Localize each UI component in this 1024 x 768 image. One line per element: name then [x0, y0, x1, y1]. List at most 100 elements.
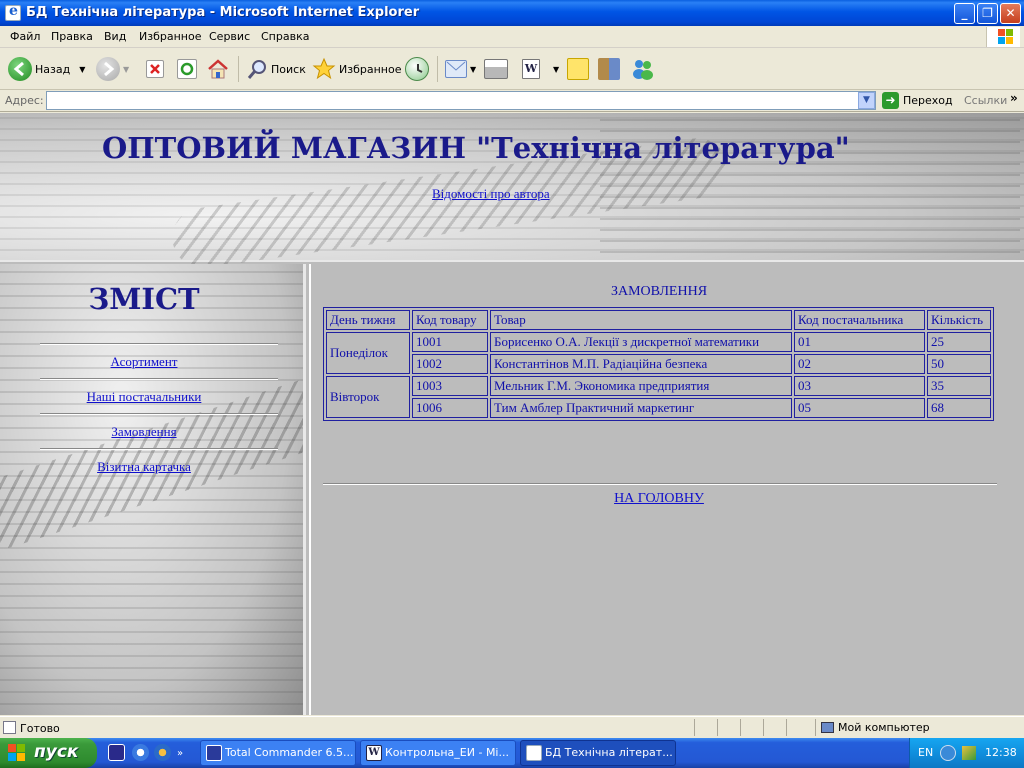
home-button[interactable] — [207, 54, 229, 84]
security-zone: Мой компьютер — [821, 721, 930, 734]
clock: 12:38 — [985, 746, 1017, 759]
windows-flag-icon — [8, 744, 26, 762]
contents-divider — [40, 448, 278, 450]
menu-file[interactable]: Файл — [10, 30, 40, 43]
table-row: Понеділок 1001 Борисенко О.А. Лекції з д… — [326, 332, 991, 374]
menu-help[interactable]: Справка — [261, 30, 309, 43]
menu-view[interactable]: Вид — [104, 30, 126, 43]
header-supplier: Код постачальника — [794, 310, 925, 330]
language-indicator[interactable]: EN — [918, 746, 933, 759]
printer-icon — [484, 59, 508, 79]
tray-chevron-icon[interactable] — [940, 745, 956, 761]
table-header-row: День тижня Код товару Товар Код постачал… — [326, 310, 991, 330]
computer-icon — [821, 722, 834, 733]
mail-dropdown-icon[interactable]: ▼ — [470, 65, 476, 74]
home-icon — [207, 58, 229, 80]
table-row: Вівторок 1003 Мельник Г.М. Экономика пре… — [326, 376, 991, 418]
nav-link-orders[interactable]: Замовлення — [0, 424, 288, 440]
ie-quicklaunch-icon[interactable] — [132, 744, 149, 761]
go-button[interactable]: ➜ Переход — [882, 92, 953, 109]
word-icon: W — [366, 745, 382, 761]
contents-divider — [40, 343, 278, 345]
quicklaunch-more-icon[interactable]: » — [177, 748, 183, 759]
print-button[interactable] — [484, 54, 508, 84]
back-label: Назад — [35, 62, 71, 76]
orders-table: День тижня Код товару Товар Код постачал… — [323, 307, 994, 421]
edit-dropdown-icon[interactable]: ▼ — [553, 65, 559, 74]
task-word-document[interactable]: W Контрольна_ЕИ - Mi... — [360, 740, 516, 766]
task-total-commander[interactable]: Total Commander 6.5... — [200, 740, 356, 766]
favorites-label: Избранное — [339, 62, 402, 76]
go-label: Переход — [903, 94, 953, 107]
nav-link-suppliers[interactable]: Наші постачальники — [0, 389, 288, 405]
forward-dropdown-icon[interactable]: ▼ — [123, 65, 129, 74]
page-content: ОПТОВИЙ МАГАЗИН "Технічна література" Ві… — [0, 113, 1024, 715]
contents-frame: ЗМІСТ Асортимент Наші постачальники Замо… — [0, 264, 306, 715]
main-divider — [323, 483, 997, 485]
back-arrow-icon — [8, 57, 32, 81]
home-link[interactable]: НА ГОЛОВНУ — [311, 491, 1007, 507]
quantity-cell: 68 — [927, 398, 991, 418]
window-title-bar[interactable]: БД Технічна література - Microsoft Inter… — [0, 0, 1024, 26]
links-chevron-icon[interactable]: » — [1010, 91, 1018, 105]
site-title: ОПТОВИЙ МАГАЗИН "Технічна література" — [102, 131, 850, 165]
stop-icon — [146, 60, 164, 78]
history-button[interactable] — [405, 54, 429, 84]
back-button[interactable]: Назад ▼ — [8, 54, 85, 84]
stop-button[interactable] — [146, 54, 164, 84]
zone-label: Мой компьютер — [838, 721, 930, 734]
favorites-button[interactable]: Избранное — [312, 54, 401, 84]
maximize-button[interactable]: ❐ — [977, 3, 998, 24]
refresh-button[interactable] — [177, 54, 197, 84]
forward-button[interactable]: ▼ — [96, 54, 129, 84]
save-icon[interactable] — [108, 744, 125, 761]
menu-tools[interactable]: Сервис — [209, 30, 250, 43]
window-title: БД Технічна література - Microsoft Inter… — [26, 5, 420, 20]
minimize-button[interactable]: _ — [954, 3, 975, 24]
task-label: Total Commander 6.5... — [225, 746, 354, 759]
author-info-link[interactable]: Відомості про автора — [432, 186, 550, 202]
menu-bar: Файл Правка Вид Избранное Сервис Справка — [0, 26, 1024, 48]
menu-edit[interactable]: Правка — [51, 30, 93, 43]
mail-icon — [445, 60, 467, 78]
item-cell: Мельник Г.М. Экономика предприятия — [490, 376, 792, 396]
address-input[interactable] — [46, 91, 876, 110]
address-dropdown-icon[interactable]: ▼ — [858, 92, 875, 109]
edit-button[interactable]: W ▼ — [522, 54, 559, 84]
nav-link-assortment[interactable]: Асортимент — [0, 354, 288, 370]
mail-button[interactable]: ▼ — [445, 54, 476, 84]
address-label: Адрес: — [5, 94, 44, 107]
nav-link-business-card[interactable]: Візитна картачка — [0, 459, 288, 475]
network-icon[interactable] — [962, 746, 976, 760]
header-day: День тижня — [326, 310, 410, 330]
discuss-button[interactable] — [567, 54, 589, 84]
star-icon — [312, 57, 336, 81]
contents-divider — [40, 413, 278, 415]
task-label: Контрольна_ЕИ - Mi... — [385, 746, 509, 759]
item-cell: Борисенко О.А. Лекції з дискретної матем… — [490, 332, 792, 352]
messenger-icon — [631, 58, 655, 80]
search-button[interactable]: Поиск — [246, 54, 306, 84]
code-cell: 1003 — [412, 376, 488, 396]
start-button[interactable]: пуск — [0, 738, 97, 768]
menu-favorites[interactable]: Избранное — [139, 30, 201, 43]
messenger-button[interactable] — [631, 54, 655, 84]
links-label[interactable]: Ссылки — [964, 94, 1007, 107]
research-button[interactable] — [598, 54, 620, 84]
header-quantity: Кількість — [927, 310, 991, 330]
supplier-cell: 02 — [794, 354, 925, 374]
code-cell: 1006 — [412, 398, 488, 418]
system-tray: EN 12:38 — [909, 738, 1024, 768]
windows-flag-icon — [986, 27, 1020, 47]
back-dropdown-icon[interactable]: ▼ — [79, 65, 85, 74]
page-icon — [3, 721, 16, 734]
forward-arrow-icon — [96, 57, 120, 81]
media-player-icon[interactable] — [154, 744, 171, 761]
research-icon — [598, 58, 620, 80]
toolbar: Назад ▼ ▼ Поиск Избранное ▼ W ▼ — [0, 48, 1024, 90]
item-cell: Тим Амблер Практичний маркетинг — [490, 398, 792, 418]
task-internet-explorer[interactable]: БД Технічна літерат... — [520, 740, 676, 766]
supplier-cell: 03 — [794, 376, 925, 396]
status-text: Готово — [20, 722, 60, 735]
close-button[interactable]: ✕ — [1000, 3, 1021, 24]
